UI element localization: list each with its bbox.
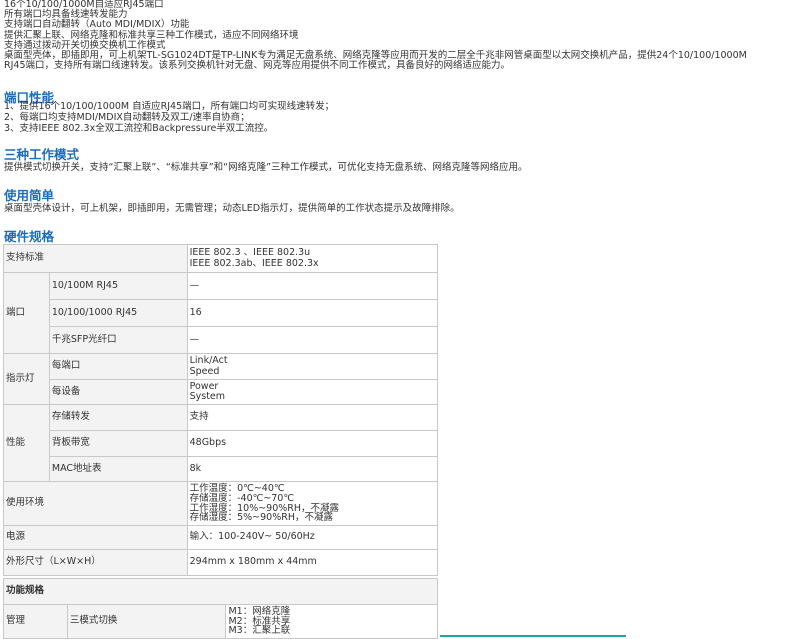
table-row: 电源 输入：100-240V~ 50/60Hz [3, 525, 439, 550]
port-line: 1、提供16个10/100/1000M 自适应RJ45端口，所有端口均可实现线速… [4, 101, 335, 112]
accent-divider [440, 635, 626, 637]
table-row: 性能 存储转发 支持 [3, 404, 439, 482]
row-sublabel: 千兆SFP光纤口 [48, 326, 188, 354]
simple-heading: 使用简单 [4, 188, 55, 203]
row-value: M1：网络克隆 M2：标准共享 M3：汇聚上联 [225, 604, 438, 639]
row-value: 16 [186, 299, 439, 327]
row-value: IEEE 802.3 、IEEE 802.3u IEEE 802.3ab、IEEE… [186, 244, 439, 273]
table-row: 管理 三模式切换 M1：网络克隆 M2：标准共享 M3：汇聚上联 [3, 604, 438, 639]
row-label: 端口 [3, 272, 50, 354]
simple-text: 桌面型壳体设计，可上机架，即插即用，无需管理；动态LED指示灯，提供简单的工作状… [4, 203, 460, 214]
table-row: 支持标准 IEEE 802.3 、IEEE 802.3u IEEE 802.3ab… [3, 244, 439, 273]
row-value: 输入：100-240V~ 50/60Hz [186, 525, 439, 550]
function-spec-table: 功能规格 管理 三模式切换 M1：网络克隆 M2：标准共享 M3：汇聚上联 [3, 578, 438, 639]
function-spec-title: 功能规格 [3, 578, 438, 605]
table-row: 每设备 Power System [4, 379, 439, 405]
port-text: 1、提供16个10/100/1000M 自适应RJ45端口，所有端口均可实现线速… [4, 101, 334, 134]
port-line: 3、支持IEEE 802.3x全双工流控和Backpressure半双工流控。 [4, 123, 274, 134]
intro-text: 16个10/100/1000M自适应RJ45端口 所有端口均具备线速转发能力 支… [4, 0, 796, 71]
table-row: MAC地址表 8k [4, 456, 439, 482]
modes-heading: 三种工作模式 [4, 147, 80, 162]
modes-text: 提供模式切换开关，支持“汇聚上联”、“标准共享”和“网络克隆”三种工作模式，可优… [4, 162, 528, 173]
table-row: 指示灯 每端口 Link/Act Speed [3, 353, 439, 405]
table-row: 端口 10/100M RJ45 — [3, 272, 439, 354]
row-sublabel: 存储转发 [48, 404, 188, 431]
row-sublabel: 10/100M RJ45 [48, 272, 188, 300]
port-line: 2、每端口均支持MDI/MDIX自动翻转及双工/速率自协商； [4, 112, 250, 123]
table-row: 10/100/1000 RJ45 16 [4, 299, 439, 327]
row-value: 294mm x 180mm x 44mm [186, 549, 439, 576]
table-row: 功能规格 [3, 578, 438, 605]
hardware-heading: 硬件规格 [4, 229, 55, 244]
row-sublabel: MAC地址表 [48, 456, 188, 482]
row-label: 使用环境 [3, 481, 188, 526]
table-row: 外形尺寸（L×W×H） 294mm x 180mm x 44mm [3, 549, 439, 576]
spec-page: 16个10/100/1000M自适应RJ45端口 所有端口均具备线速转发能力 支… [0, 0, 800, 639]
row-value: — [186, 272, 439, 300]
row-label: 外形尺寸（L×W×H） [3, 549, 188, 576]
row-value: Power System [186, 379, 439, 405]
row-sublabel: 10/100/1000 RJ45 [48, 299, 188, 327]
row-label: 指示灯 [3, 353, 50, 405]
row-sublabel: 背板带宽 [48, 430, 188, 457]
row-label: 管理 [3, 604, 68, 639]
row-value: 8k [186, 456, 439, 482]
row-value: 工作温度：0℃~40℃ 存储温度：-40℃~70℃ 工作湿度：10%~90%RH，… [186, 481, 439, 526]
table-row: 千兆SFP光纤口 — [4, 326, 439, 354]
row-value: 支持 [186, 404, 439, 431]
row-label: 支持标准 [3, 244, 188, 273]
row-label: 性能 [3, 404, 50, 482]
intro-line: RJ45端口，支持所有端口线速转发。该系列交换机针对无盘、网克等应用提供不同工作… [4, 60, 510, 72]
row-value: Link/Act Speed [186, 353, 439, 380]
row-sublabel: 三模式切换 [66, 604, 227, 639]
row-sublabel: 每端口 [48, 353, 188, 380]
row-value: 48Gbps [186, 430, 439, 457]
row-label: 电源 [3, 525, 188, 550]
hardware-spec-table: 支持标准 IEEE 802.3 、IEEE 802.3u IEEE 802.3ab… [3, 244, 439, 576]
table-row: 使用环境 工作温度：0℃~40℃ 存储温度：-40℃~70℃ 工作湿度：10%~9… [3, 481, 439, 526]
table-row: 背板带宽 48Gbps [4, 430, 439, 457]
row-value: — [186, 326, 439, 354]
row-sublabel: 每设备 [48, 379, 188, 405]
